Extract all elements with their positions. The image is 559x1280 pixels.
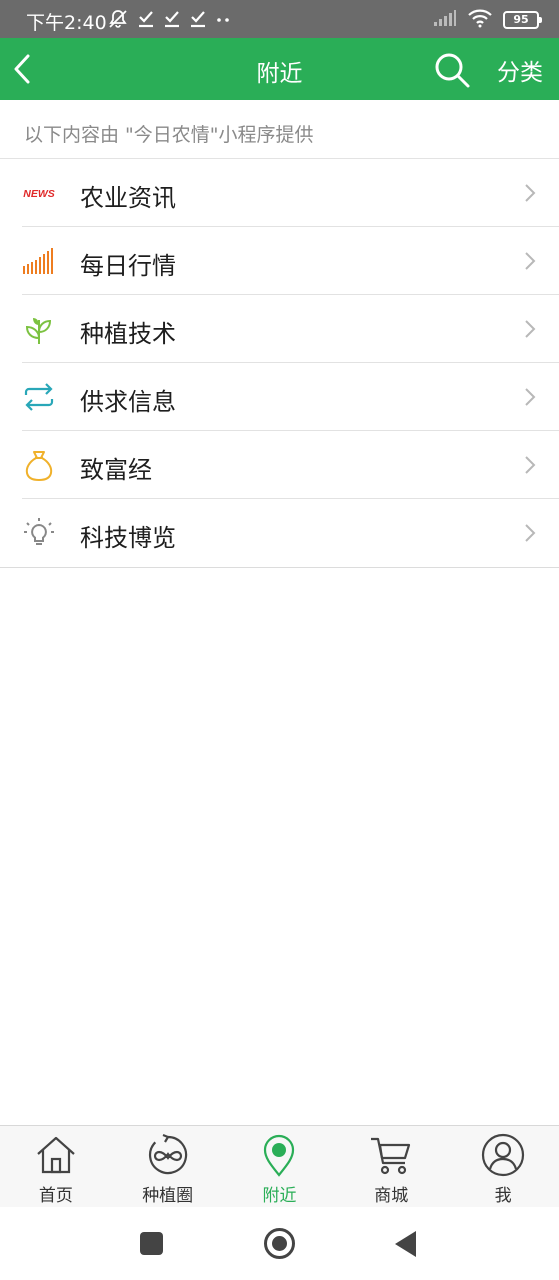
- tab-mall[interactable]: 商城: [335, 1126, 447, 1207]
- download-done-icon: [137, 9, 155, 29]
- search-icon[interactable]: [433, 51, 471, 89]
- list-item-get-rich[interactable]: 致富经: [0, 431, 559, 499]
- home-icon: [34, 1133, 78, 1177]
- tab-label: 商城: [374, 1186, 409, 1206]
- list-item-label: 种植技术: [80, 320, 176, 348]
- navigation-bar: 附近 分类: [0, 38, 559, 100]
- tab-planting-circle[interactable]: 种植圈: [112, 1126, 224, 1207]
- status-bar: 下午2:40 95: [0, 0, 559, 38]
- chevron-right-icon: [523, 182, 537, 204]
- status-time: 下午2:40: [26, 12, 107, 34]
- market-bars-icon: [22, 244, 56, 278]
- list-item-tech-expo[interactable]: 科技博览: [0, 499, 559, 567]
- tab-label: 首页: [38, 1186, 73, 1206]
- page-title: 附近: [256, 61, 303, 87]
- system-navigation-bar: [0, 1207, 559, 1280]
- list-item-agri-news[interactable]: NEWS 农业资讯: [0, 159, 559, 227]
- exchange-arrows-icon: [22, 380, 56, 414]
- cart-icon: [369, 1133, 413, 1177]
- news-icon: NEWS: [22, 176, 56, 210]
- list-item-label: 每日行情: [80, 252, 176, 280]
- bottom-tab-bar: 首页 种植圈 附近 商城 我: [0, 1125, 559, 1207]
- battery-icon: 95: [503, 11, 542, 29]
- location-pin-icon: [257, 1133, 301, 1177]
- tab-label: 附近: [262, 1186, 297, 1206]
- sprout-icon: [22, 312, 56, 346]
- list-item-planting-tech[interactable]: 种植技术: [0, 295, 559, 363]
- signal-icon: [433, 9, 457, 31]
- notification-icons: [107, 8, 231, 30]
- mute-icon: [107, 8, 129, 30]
- tab-home[interactable]: 首页: [0, 1126, 112, 1207]
- list-item-label: 供求信息: [80, 388, 176, 416]
- chevron-right-icon: [523, 318, 537, 340]
- tab-nearby[interactable]: 附近: [224, 1126, 336, 1207]
- chevron-right-icon: [523, 386, 537, 408]
- money-bag-icon: [22, 448, 56, 482]
- category-button[interactable]: 分类: [497, 53, 543, 87]
- wifi-icon: [467, 8, 493, 32]
- lightbulb-icon: [22, 516, 56, 550]
- more-dots-icon: [215, 9, 231, 29]
- list-item-supply-demand[interactable]: 供求信息: [0, 363, 559, 431]
- list-item-daily-market[interactable]: 每日行情: [0, 227, 559, 295]
- source-notice: 以下内容由 "今日农情"小程序提供: [0, 100, 559, 159]
- list-item-label: 科技博览: [80, 524, 176, 552]
- tab-label: 我: [494, 1186, 512, 1206]
- source-notice-text: 以下内容由 "今日农情"小程序提供: [24, 124, 314, 146]
- list-item-label: 农业资讯: [80, 184, 176, 212]
- recents-button[interactable]: [140, 1232, 163, 1255]
- back-button[interactable]: [395, 1231, 416, 1257]
- system-indicators: 95: [433, 8, 542, 32]
- menu-list: NEWS 农业资讯 每日行情 种植技术 供求信息 致富经 科技博览: [0, 159, 559, 568]
- tab-label: 种植圈: [142, 1186, 194, 1206]
- chevron-right-icon: [523, 522, 537, 544]
- tab-me[interactable]: 我: [447, 1126, 559, 1207]
- chevron-right-icon: [523, 250, 537, 272]
- user-icon: [481, 1133, 525, 1177]
- home-button[interactable]: [264, 1228, 295, 1259]
- circle-infinity-icon: [146, 1133, 190, 1177]
- download-done-icon: [163, 9, 181, 29]
- svg-text:NEWS: NEWS: [23, 188, 55, 200]
- download-done-icon: [189, 9, 207, 29]
- chevron-right-icon: [523, 454, 537, 476]
- list-item-label: 致富经: [80, 456, 152, 484]
